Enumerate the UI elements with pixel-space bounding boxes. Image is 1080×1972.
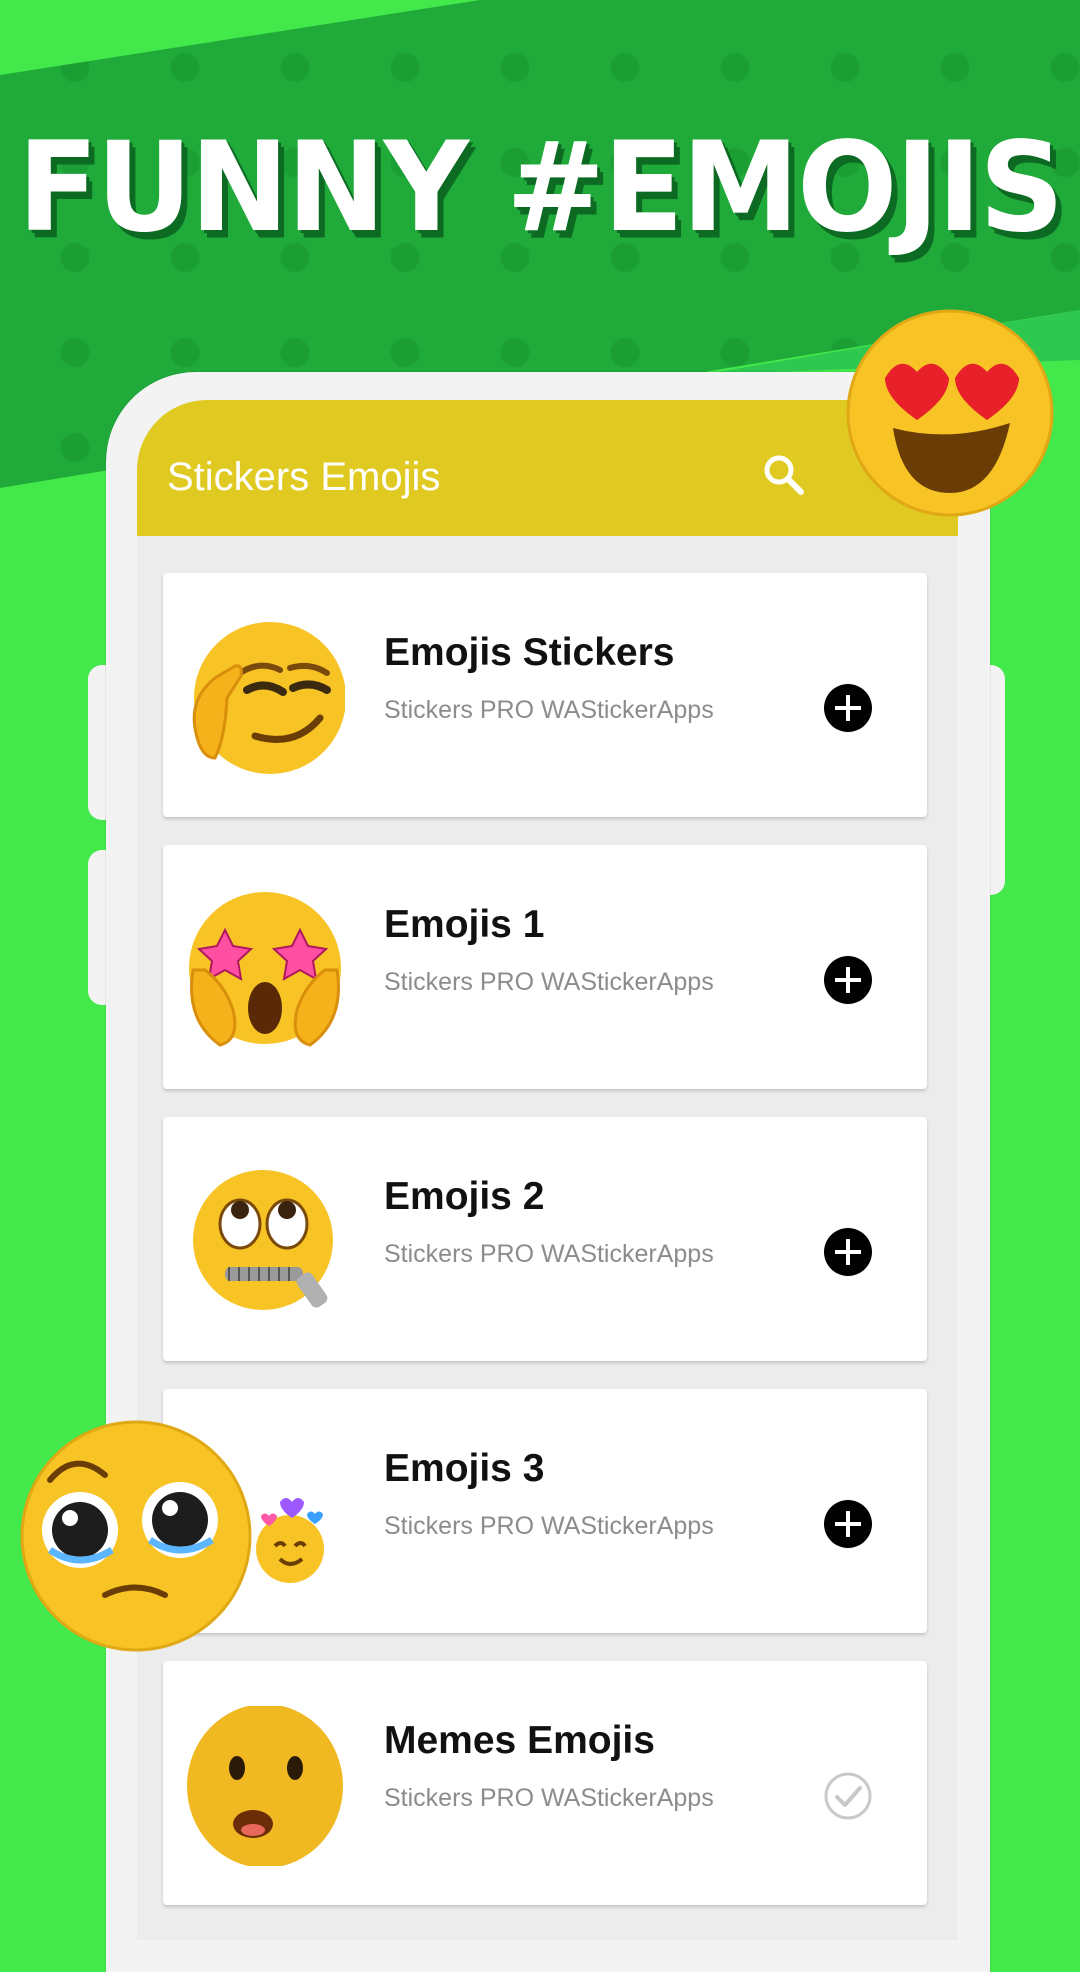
pack-publisher: Stickers PRO WAStickerApps <box>384 1240 714 1268</box>
pack-name: Emojis 3 <box>384 1447 545 1490</box>
sticker-pack-item[interactable]: Memes Emojis Stickers PRO WAStickerApps <box>163 1661 927 1905</box>
pack-name: Emojis 2 <box>384 1175 545 1218</box>
surprised-meme-emoji-icon <box>187 1706 343 1866</box>
add-to-whatsapp-button[interactable] <box>823 1227 873 1277</box>
pack-publisher: Stickers PRO WAStickerApps <box>384 1784 714 1812</box>
add-to-whatsapp-button[interactable] <box>823 683 873 733</box>
pack-name: Memes Emojis <box>384 1719 655 1762</box>
add-to-whatsapp-button[interactable] <box>823 1499 873 1549</box>
sticker-pack-item[interactable]: Emojis 1 Stickers PRO WAStickerApps <box>163 845 927 1089</box>
pack-publisher: Stickers PRO WAStickerApps <box>384 696 714 724</box>
app-bar: Stickers Emojis <box>137 400 958 536</box>
pack-name: Emojis Stickers <box>384 631 675 674</box>
heart-eyes-emoji-icon <box>846 309 1054 517</box>
added-check-icon <box>824 1772 872 1820</box>
saluting-smirk-emoji-icon <box>192 622 345 774</box>
sticker-pack-item[interactable]: Emojis 3 Stickers PRO WAStickerApps <box>163 1389 927 1633</box>
app-screen: Stickers Emojis Emojis Stickers Stickers… <box>137 400 958 1940</box>
add-to-whatsapp-button[interactable] <box>823 955 873 1005</box>
pack-publisher: Stickers PRO WAStickerApps <box>384 968 714 996</box>
promo-headline: FUNNY #EMOJIS <box>17 114 1064 260</box>
zipper-mouth-eye-roll-emoji-icon <box>193 1170 333 1310</box>
app-title: Stickers Emojis <box>167 455 441 499</box>
search-icon[interactable] <box>759 450 809 500</box>
pleading-face-emoji-icon <box>20 1420 252 1652</box>
pack-publisher: Stickers PRO WAStickerApps <box>384 1512 714 1540</box>
sticker-pack-item[interactable]: Emojis Stickers Stickers PRO WAStickerAp… <box>163 573 927 817</box>
sticker-pack-item[interactable]: Emojis 2 Stickers PRO WAStickerApps <box>163 1117 927 1361</box>
star-struck-scream-emoji-icon <box>189 892 341 1047</box>
pack-name: Emojis 1 <box>384 903 545 946</box>
